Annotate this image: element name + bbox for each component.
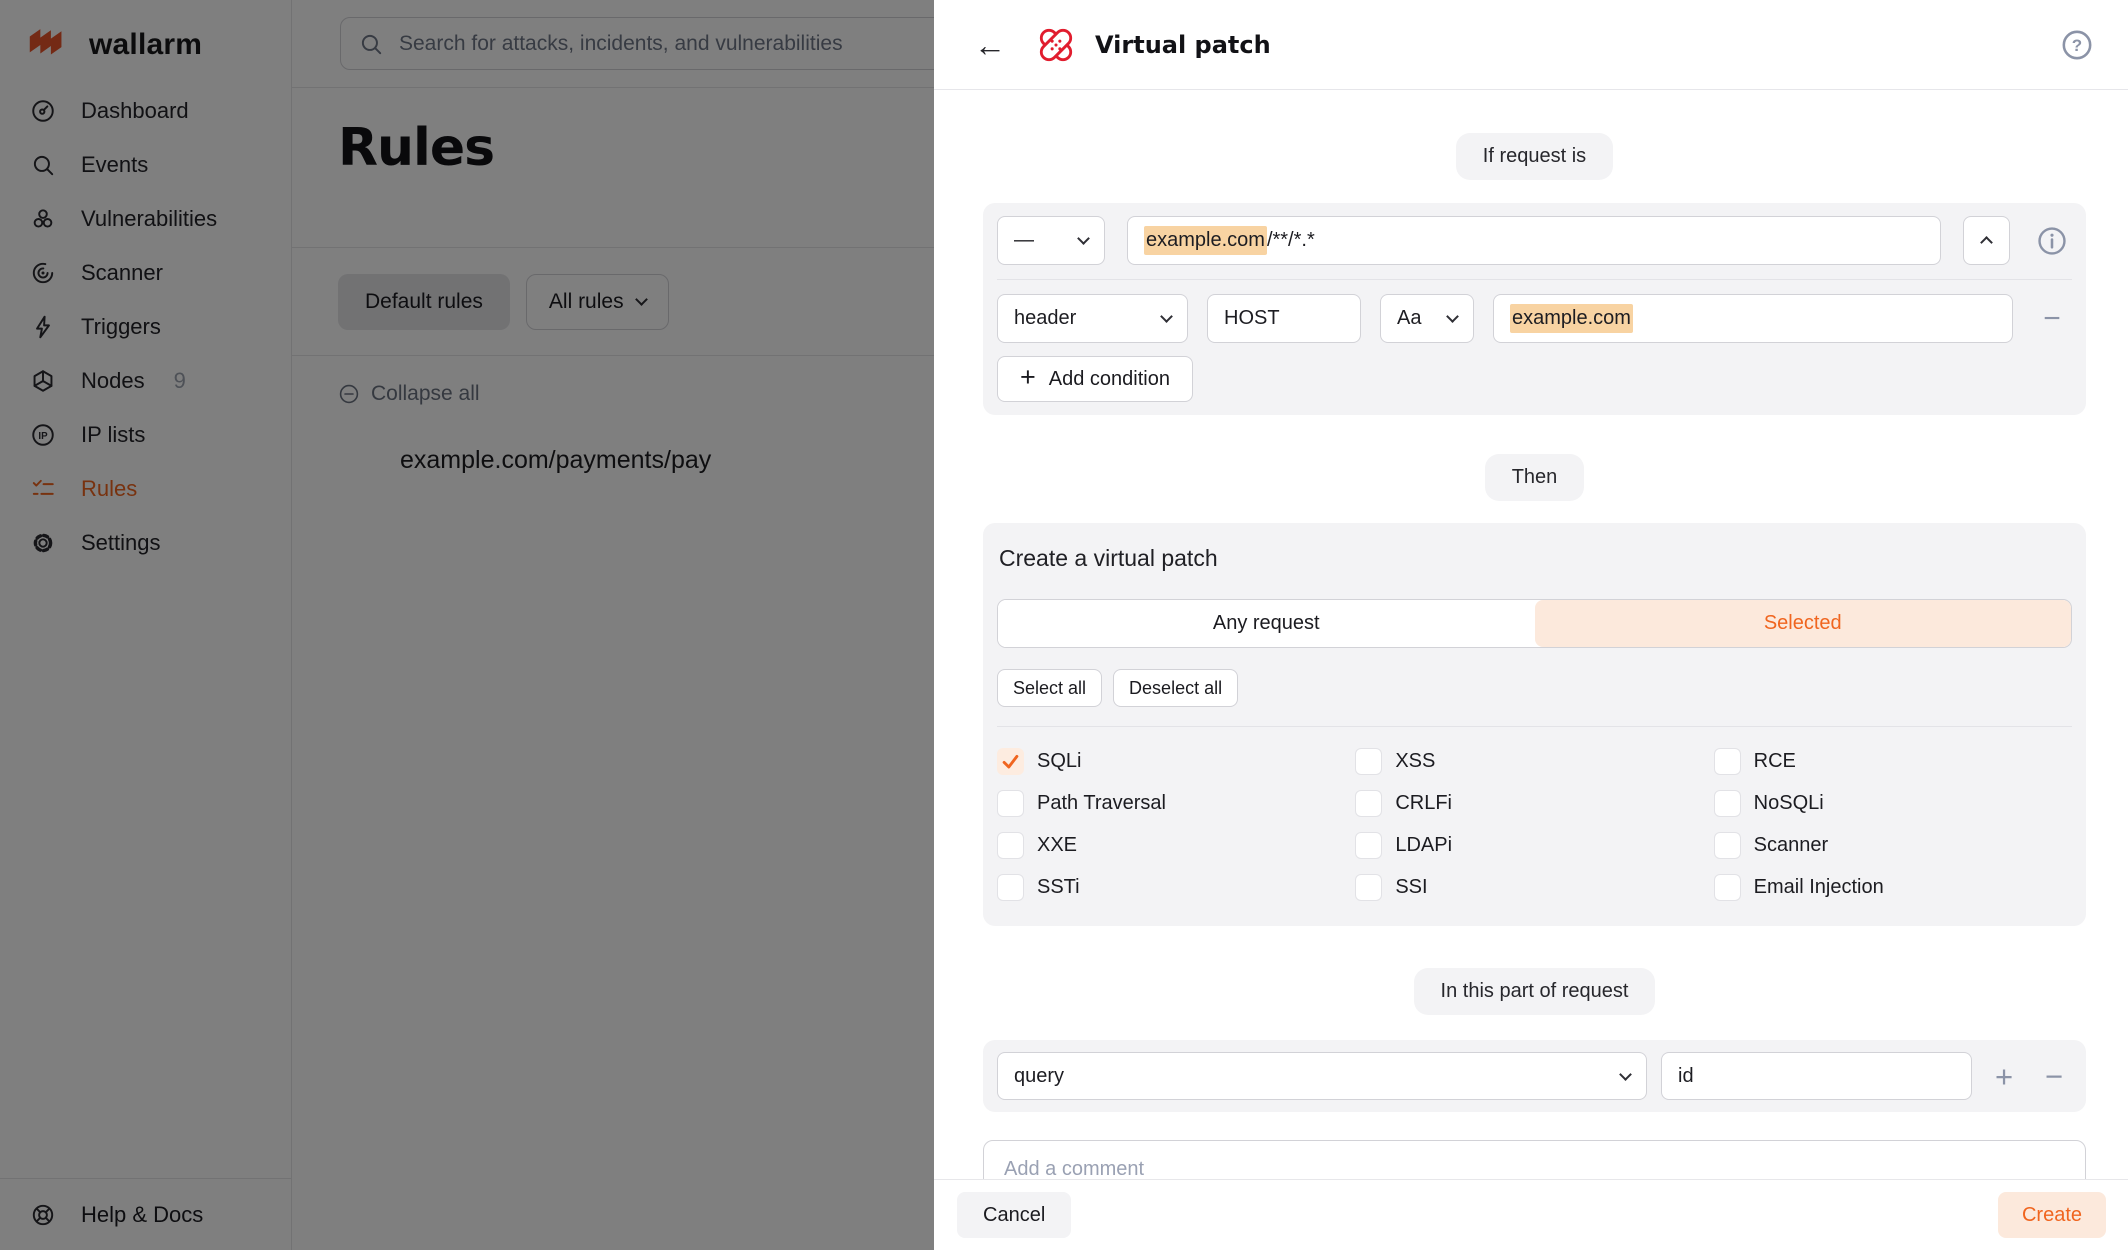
if-request-is-pill: If request is bbox=[1456, 133, 1613, 180]
condition-info-button[interactable] bbox=[2032, 224, 2072, 258]
attack-label: SSI bbox=[1395, 876, 1427, 899]
checkbox bbox=[1714, 874, 1741, 901]
plus-icon: + bbox=[1020, 364, 1036, 391]
collapse-condition-button[interactable] bbox=[1963, 216, 2010, 265]
case-sensitivity-select[interactable]: Aa bbox=[1380, 294, 1474, 343]
attack-checkbox-sqli[interactable]: SQLi bbox=[997, 748, 1355, 775]
conditions-panel: — example.com/**/*.* bbox=[983, 203, 2086, 415]
attack-label: SSTi bbox=[1037, 876, 1080, 899]
then-pill: Then bbox=[1485, 454, 1585, 501]
request-point-select[interactable]: query bbox=[997, 1052, 1647, 1100]
virtual-patch-icon bbox=[1034, 23, 1078, 67]
request-point-value: query bbox=[1014, 1065, 1064, 1088]
info-icon bbox=[2035, 224, 2069, 258]
add-condition-button[interactable]: + Add condition bbox=[997, 356, 1193, 402]
drawer-footer: Cancel Create bbox=[934, 1179, 2128, 1250]
back-button[interactable]: ← bbox=[974, 29, 1006, 61]
minus-icon: − bbox=[2043, 304, 2061, 334]
attack-label: NoSQLi bbox=[1754, 792, 1824, 815]
chevron-down-icon bbox=[1160, 310, 1173, 323]
checkbox bbox=[997, 832, 1024, 859]
condition-type-value: header bbox=[1014, 307, 1076, 330]
checkbox bbox=[1355, 832, 1382, 859]
comment-input[interactable] bbox=[983, 1140, 2086, 1179]
attack-checkbox-ldapi[interactable]: LDAPi bbox=[1355, 832, 1713, 859]
panel-heading: Create a virtual patch bbox=[999, 545, 2072, 572]
attack-label: CRLFi bbox=[1395, 792, 1452, 815]
condition-row-header: header HOST Aa example.com − bbox=[997, 294, 2072, 343]
select-all-button[interactable]: Select all bbox=[997, 669, 1102, 707]
attack-checkbox-path-traversal[interactable]: Path Traversal bbox=[997, 790, 1355, 817]
drawer-body: If request is — example.com/**/*.* bbox=[934, 90, 2128, 1179]
attack-checkbox-xss[interactable]: XSS bbox=[1355, 748, 1713, 775]
add-part-button[interactable]: + bbox=[1986, 1061, 2022, 1092]
condition-row-uri: — example.com/**/*.* bbox=[997, 216, 2072, 265]
remove-condition-button[interactable]: − bbox=[2032, 304, 2072, 334]
header-value-input[interactable]: example.com bbox=[1493, 294, 2013, 343]
attack-checkbox-xxe[interactable]: XXE bbox=[997, 832, 1355, 859]
attack-label: XXE bbox=[1037, 834, 1077, 857]
remove-part-button[interactable]: − bbox=[2036, 1061, 2072, 1092]
attack-label: Path Traversal bbox=[1037, 792, 1166, 815]
highlighted-host: example.com bbox=[1144, 226, 1267, 255]
create-button[interactable]: Create bbox=[1998, 1192, 2106, 1238]
svg-text:?: ? bbox=[2072, 35, 2082, 54]
attack-types-grid: SQLi Path Traversal XXE SSTi XSS bbox=[997, 740, 2072, 908]
bulk-select-row: Select all Deselect all bbox=[997, 669, 2072, 707]
case-mode-value: Aa bbox=[1397, 307, 1421, 330]
checkbox bbox=[1714, 748, 1741, 775]
checkbox bbox=[1355, 748, 1382, 775]
checkbox bbox=[1714, 790, 1741, 817]
attack-checkbox-email-injection[interactable]: Email Injection bbox=[1714, 874, 2072, 901]
drawer-header: ← Virtual patch ? bbox=[934, 0, 2128, 90]
in-this-part-pill: In this part of request bbox=[1414, 968, 1656, 1015]
checkbox-checked bbox=[997, 748, 1024, 775]
chevron-down-icon bbox=[1446, 310, 1459, 323]
attack-label: LDAPi bbox=[1395, 834, 1452, 857]
checkbox bbox=[1355, 874, 1382, 901]
cancel-button[interactable]: Cancel bbox=[957, 1192, 1071, 1238]
divider bbox=[997, 726, 2072, 727]
checkbox bbox=[1355, 790, 1382, 817]
add-condition-label: Add condition bbox=[1049, 368, 1170, 391]
deselect-all-button[interactable]: Deselect all bbox=[1113, 669, 1238, 707]
attack-checkbox-rce[interactable]: RCE bbox=[1714, 748, 2072, 775]
drawer-title: Virtual patch bbox=[1095, 31, 1271, 59]
chevron-down-icon bbox=[1619, 1068, 1632, 1081]
attack-label: RCE bbox=[1754, 750, 1796, 773]
virtual-patch-drawer: ← Virtual patch ? If request is — exampl… bbox=[934, 0, 2128, 1250]
attack-label: Scanner bbox=[1754, 834, 1829, 857]
parameter-name-input[interactable]: id bbox=[1661, 1052, 1972, 1100]
check-icon bbox=[999, 750, 1022, 773]
condition-operator-select[interactable]: — bbox=[997, 216, 1105, 265]
uri-rest: /**/*.* bbox=[1267, 229, 1315, 252]
attack-checkbox-ssi[interactable]: SSI bbox=[1355, 874, 1713, 901]
operator-value: — bbox=[1014, 229, 1034, 252]
virtual-patch-panel: Create a virtual patch Any request Selec… bbox=[983, 523, 2086, 926]
highlighted-value: example.com bbox=[1510, 304, 1633, 333]
request-part-panel: query id + − bbox=[983, 1040, 2086, 1112]
uri-pattern-input[interactable]: example.com/**/*.* bbox=[1127, 216, 1941, 265]
tab-selected[interactable]: Selected bbox=[1535, 600, 2072, 647]
checkbox bbox=[1714, 832, 1741, 859]
tab-any-request[interactable]: Any request bbox=[998, 600, 1535, 647]
attack-label: XSS bbox=[1395, 750, 1435, 773]
divider bbox=[997, 279, 2072, 280]
attack-checkbox-scanner[interactable]: Scanner bbox=[1714, 832, 2072, 859]
chevron-down-icon bbox=[1077, 232, 1090, 245]
checkbox bbox=[997, 874, 1024, 901]
help-icon[interactable]: ? bbox=[2060, 28, 2094, 62]
request-scope-toggle: Any request Selected bbox=[997, 599, 2072, 648]
checkbox bbox=[997, 790, 1024, 817]
attack-label: Email Injection bbox=[1754, 876, 1884, 899]
attack-checkbox-nosqli[interactable]: NoSQLi bbox=[1714, 790, 2072, 817]
attack-label: SQLi bbox=[1037, 750, 1081, 773]
header-name-input[interactable]: HOST bbox=[1207, 294, 1361, 343]
attack-checkbox-ssti[interactable]: SSTi bbox=[997, 874, 1355, 901]
chevron-up-icon bbox=[1980, 236, 1993, 249]
attack-checkbox-crlfi[interactable]: CRLFi bbox=[1355, 790, 1713, 817]
condition-type-select[interactable]: header bbox=[997, 294, 1188, 343]
